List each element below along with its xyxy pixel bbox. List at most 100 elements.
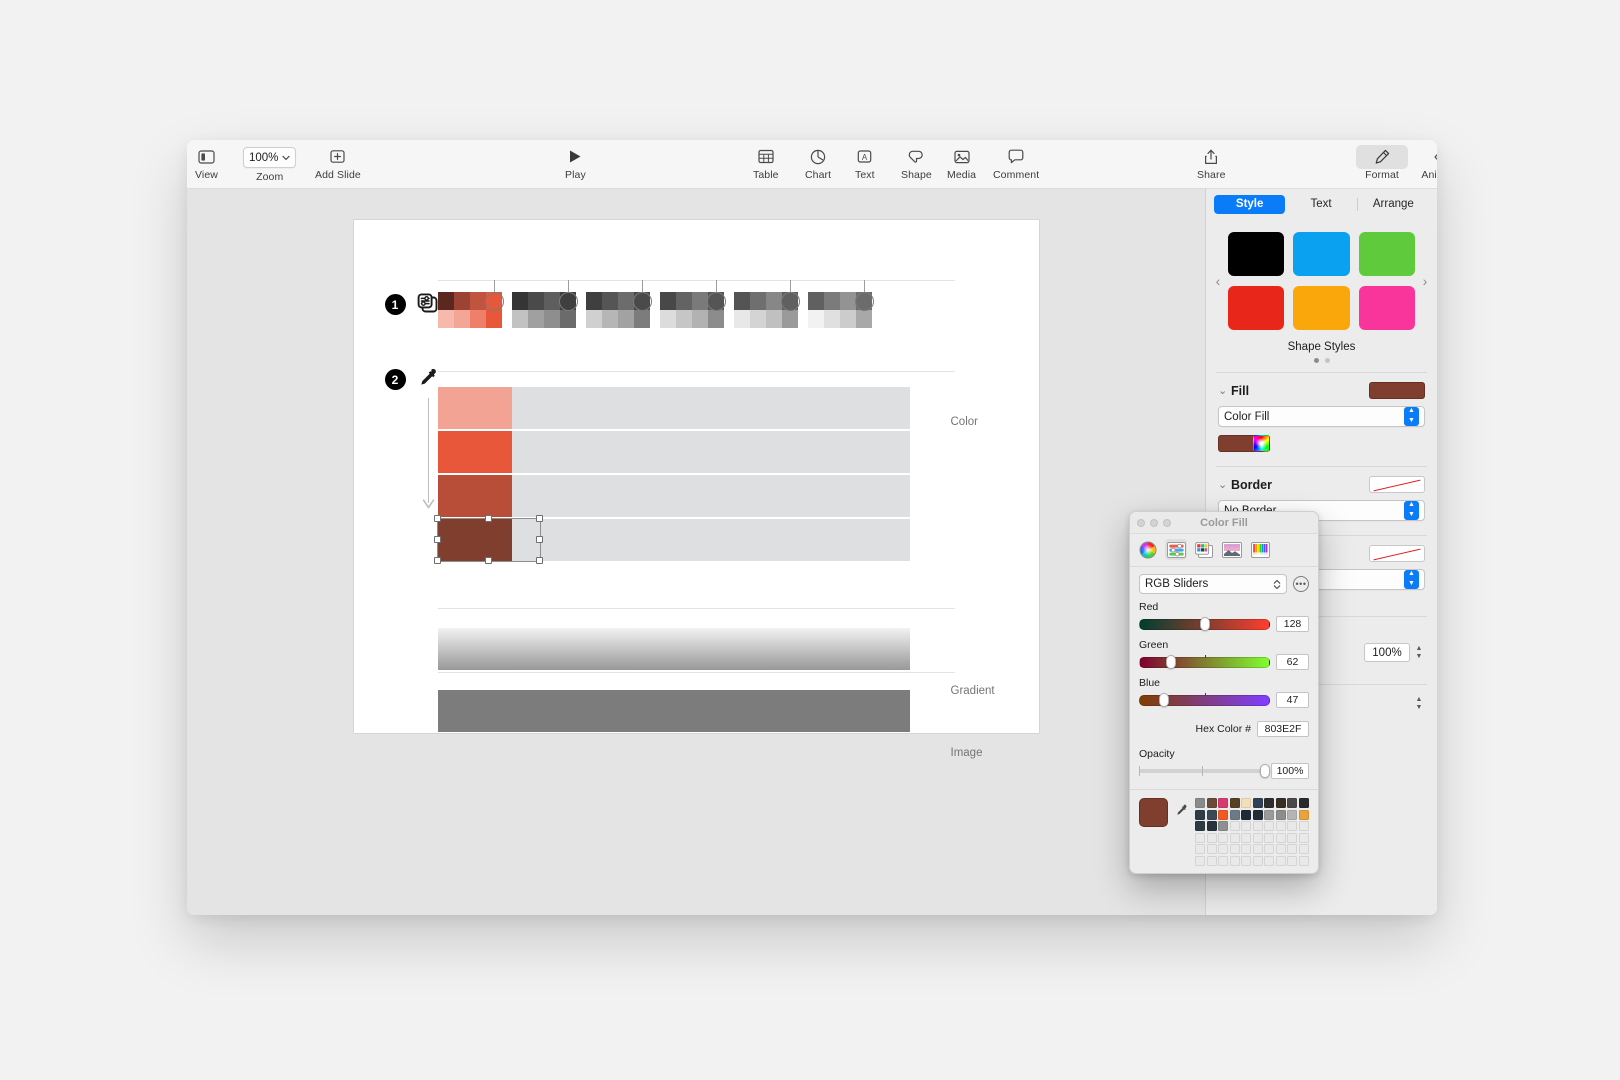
palette-cell-light-gray-b-top-2[interactable] bbox=[765, 292, 782, 310]
toolbar-button-table[interactable]: Table bbox=[753, 140, 779, 181]
palette-cell-light-gray-a-bottom-1[interactable] bbox=[675, 310, 692, 328]
callout-ring-lightest-gray[interactable] bbox=[854, 292, 874, 311]
callout-ring-mid-gray[interactable] bbox=[632, 292, 652, 311]
tab-text[interactable]: Text bbox=[1285, 195, 1356, 214]
color-palettes-tab[interactable] bbox=[1193, 539, 1215, 560]
image-swatch-5[interactable] bbox=[807, 690, 910, 732]
fill-type-select[interactable]: Color Fill ▲ ▼ bbox=[1218, 406, 1425, 427]
tab-arrange[interactable]: Arrange bbox=[1358, 195, 1429, 214]
pager-dot-2[interactable] bbox=[1324, 358, 1330, 363]
callout-ring-light-gray-b[interactable] bbox=[780, 292, 800, 311]
palette-cell-red-bottom-3[interactable] bbox=[485, 310, 502, 328]
palette-cell-light-gray-a-bottom-2[interactable] bbox=[691, 310, 708, 328]
palette-cell-dark-gray-bottom-3[interactable] bbox=[559, 310, 576, 328]
shape-style-swatch-4[interactable] bbox=[1293, 286, 1350, 330]
palette-cell-lightest-gray-bottom-3[interactable] bbox=[855, 310, 872, 328]
selection-handle-1[interactable] bbox=[484, 515, 492, 522]
palette-cell-lightest-gray-top-2[interactable] bbox=[839, 292, 856, 310]
palette-cell-lightest-gray-bottom-0[interactable] bbox=[807, 310, 824, 328]
recent-color-r1-c0[interactable] bbox=[1195, 809, 1205, 820]
shape-styles-pager[interactable] bbox=[1206, 358, 1437, 363]
recent-color-r1-c4[interactable] bbox=[1241, 809, 1251, 820]
color-swatch-r0-c5[interactable] bbox=[807, 387, 910, 429]
toolbar-button-zoom[interactable]: 100% Zoom bbox=[243, 140, 297, 183]
selection-handle-4[interactable] bbox=[535, 536, 543, 543]
recent-color-r2-c5[interactable] bbox=[1252, 821, 1263, 831]
palette-cell-mid-gray-top-2[interactable] bbox=[617, 292, 634, 310]
fill-section-header[interactable]: ⌄ Fill bbox=[1206, 373, 1437, 399]
shape-style-swatch-0[interactable] bbox=[1228, 232, 1285, 276]
recent-color-r4-c7[interactable] bbox=[1275, 844, 1286, 854]
recent-color-r0-c8[interactable] bbox=[1287, 798, 1297, 808]
opacity-value-field[interactable]: 100% bbox=[1271, 763, 1309, 779]
color-swatch-area[interactable] bbox=[1130, 789, 1318, 866]
recent-color-r4-c6[interactable] bbox=[1264, 844, 1274, 854]
recent-color-r0-c6[interactable] bbox=[1264, 798, 1274, 808]
recent-color-r3-c4[interactable] bbox=[1241, 832, 1251, 843]
opacity-value-field[interactable]: 100% bbox=[1364, 643, 1410, 662]
recent-color-r3-c8[interactable] bbox=[1287, 832, 1297, 843]
recent-color-r5-c7[interactable] bbox=[1275, 855, 1286, 866]
toolbar-button-shape[interactable]: Shape bbox=[901, 140, 932, 181]
red-slider-row[interactable]: 128 bbox=[1139, 616, 1309, 632]
palette-cell-red-top-1[interactable] bbox=[453, 292, 470, 310]
color-wheel-tab[interactable] bbox=[1137, 539, 1159, 560]
palette-cell-light-gray-a-top-2[interactable] bbox=[691, 292, 708, 310]
red-value-field[interactable]: 128 bbox=[1276, 616, 1309, 632]
recent-color-r3-c3[interactable] bbox=[1229, 832, 1240, 843]
recent-color-r4-c8[interactable] bbox=[1287, 844, 1297, 854]
recent-color-r2-c4[interactable] bbox=[1241, 821, 1251, 831]
slide-canvas-area[interactable]: 1 2 Color Gradient Image bbox=[187, 189, 1205, 915]
chevron-right-icon[interactable]: › bbox=[1417, 273, 1433, 289]
palette-cell-red-top-2[interactable] bbox=[469, 292, 486, 310]
recent-color-r1-c3[interactable] bbox=[1229, 809, 1240, 820]
toolbar-button-add-slide[interactable]: Add Slide bbox=[315, 140, 361, 181]
shape-style-swatch-5[interactable] bbox=[1358, 286, 1415, 330]
palette-cell-dark-gray-top-1[interactable] bbox=[527, 292, 544, 310]
color-wheel-icon[interactable] bbox=[1252, 435, 1270, 452]
palette-cell-light-gray-a-top-1[interactable] bbox=[675, 292, 692, 310]
recent-color-r0-c2[interactable] bbox=[1218, 798, 1228, 808]
blue-value-field[interactable]: 47 bbox=[1276, 692, 1309, 708]
blue-slider-track[interactable] bbox=[1139, 692, 1270, 707]
fill-disclosure-icon[interactable]: ⌄ bbox=[1218, 384, 1231, 397]
recent-color-r0-c7[interactable] bbox=[1275, 798, 1286, 808]
recent-color-r0-c9[interactable] bbox=[1298, 798, 1309, 808]
recent-colors-grid[interactable] bbox=[1195, 798, 1309, 866]
palette-cell-light-gray-a-bottom-0[interactable] bbox=[659, 310, 676, 328]
green-slider-knob[interactable] bbox=[1166, 655, 1177, 669]
recent-color-r1-c2[interactable] bbox=[1218, 809, 1228, 820]
recent-color-r2-c9[interactable] bbox=[1298, 821, 1309, 831]
toolbar-button-chart[interactable]: Chart bbox=[805, 140, 831, 181]
recent-color-r5-c9[interactable] bbox=[1298, 855, 1309, 866]
border-disclosure-icon[interactable]: ⌄ bbox=[1218, 478, 1231, 491]
recent-color-r0-c4[interactable] bbox=[1241, 798, 1251, 808]
palette-cell-light-gray-b-bottom-2[interactable] bbox=[765, 310, 782, 328]
obscured-stepper-a[interactable]: ▲ ▼ bbox=[1404, 570, 1419, 589]
gradient-swatch-5[interactable] bbox=[807, 628, 910, 670]
color-fill-panel[interactable]: Color Fill RGB Sliders ••• Red 128 Green… bbox=[1129, 511, 1319, 874]
recent-color-r3-c1[interactable] bbox=[1206, 832, 1217, 843]
palette-cell-lightest-gray-top-1[interactable] bbox=[823, 292, 840, 310]
recent-color-r3-c5[interactable] bbox=[1252, 832, 1263, 843]
blue-slider-row[interactable]: 47 bbox=[1139, 692, 1309, 708]
border-section-header[interactable]: ⌄ Border bbox=[1206, 467, 1437, 493]
palette-cell-dark-gray-bottom-0[interactable] bbox=[511, 310, 528, 328]
opacity-slider-track[interactable] bbox=[1139, 764, 1270, 778]
toolbar-button-share[interactable]: Share bbox=[1197, 140, 1226, 181]
red-slider-track[interactable] bbox=[1139, 617, 1270, 631]
recent-color-r4-c3[interactable] bbox=[1229, 844, 1240, 854]
toolbar-button-play[interactable]: Play bbox=[565, 140, 586, 181]
shape-styles-grid[interactable] bbox=[1226, 230, 1417, 332]
palette-cell-lightest-gray-top-0[interactable] bbox=[807, 292, 824, 310]
recent-color-r0-c0[interactable] bbox=[1195, 798, 1205, 808]
recent-color-r2-c1[interactable] bbox=[1206, 821, 1217, 831]
callout-ring-light-gray-a[interactable] bbox=[706, 292, 726, 311]
palette-cell-light-gray-a-bottom-3[interactable] bbox=[707, 310, 724, 328]
palette-cell-light-gray-b-top-0[interactable] bbox=[733, 292, 750, 310]
fill-color-preview[interactable] bbox=[1369, 382, 1425, 399]
selection-handle-3[interactable] bbox=[433, 536, 441, 543]
slide[interactable]: 1 2 Color Gradient Image bbox=[353, 220, 1039, 759]
recent-color-r5-c6[interactable] bbox=[1264, 855, 1274, 866]
palette-cell-dark-gray-bottom-1[interactable] bbox=[527, 310, 544, 328]
